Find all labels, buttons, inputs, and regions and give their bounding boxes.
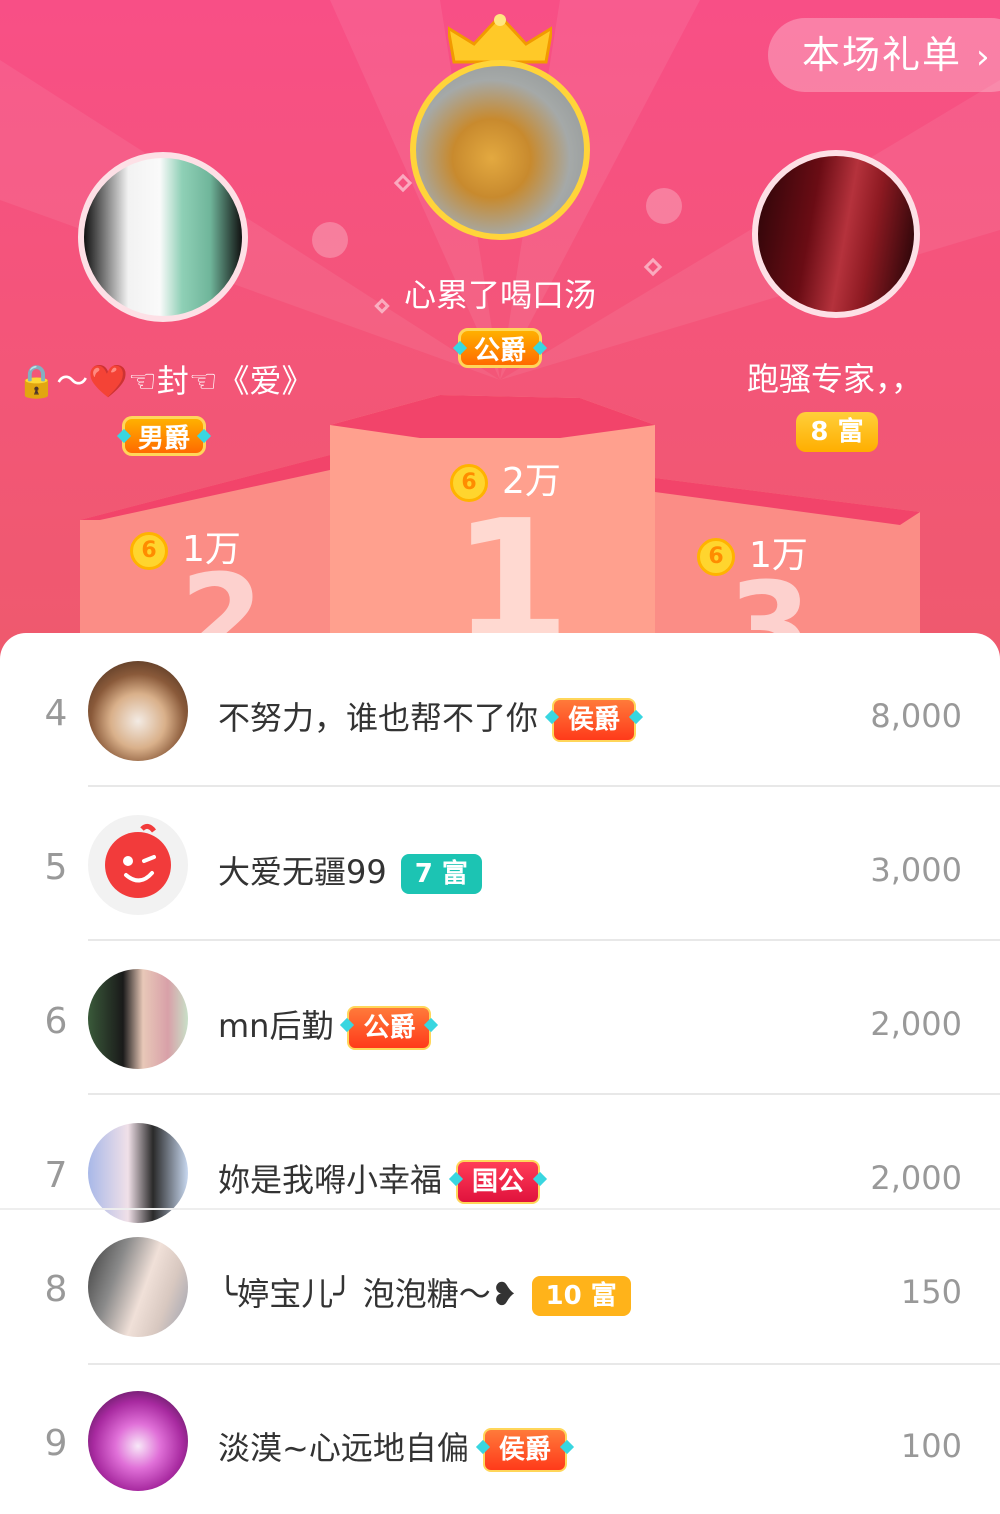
second-place-medal: 男爵 [122, 416, 206, 456]
coin-icon: 6 [130, 532, 168, 570]
gift-list-button[interactable]: 本场礼单 › [768, 18, 1000, 92]
first-place-avatar[interactable] [410, 60, 590, 240]
user-score: 8,000 [870, 697, 962, 735]
list-item[interactable]: 8 ╰婷宝儿╯ 泡泡糖～❥ 10 富 150 [0, 1213, 1000, 1367]
noble-badge: 公爵 [347, 1006, 432, 1050]
ranking-list: 4 不努力，谁也帮不了你 侯爵 8,000 5 大爱无疆99 7 富 3,000 6… [0, 633, 1000, 1514]
noble-badge: 侯爵 [552, 698, 637, 742]
user-score: 2,000 [870, 1005, 962, 1043]
user-name: 不努力，谁也帮不了你 侯爵 [218, 693, 637, 742]
leaderboard-podium-area: 本场礼单 › 心累了喝口汤 公爵 6 2万 1 🔒～❤️☜封☜《爱》 男爵 6 1万 … [0, 0, 1000, 700]
user-name: 妳是我嘚小幸福 国公 [218, 1155, 541, 1204]
divider [88, 939, 1000, 941]
rank-number: 8 [44, 1269, 68, 1310]
third-place-avatar[interactable] [752, 150, 920, 318]
noble-badge: 侯爵 [482, 1428, 567, 1472]
noble-badge: 国公 [456, 1160, 541, 1204]
avatar[interactable] [88, 1237, 188, 1337]
first-place-medal: 公爵 [458, 328, 542, 368]
third-place-name: 跑骚专家，， [746, 360, 923, 398]
user-score: 3,000 [870, 851, 962, 889]
list-item[interactable]: 4 不努力，谁也帮不了你 侯爵 8,000 [0, 637, 1000, 791]
rank-number: 6 [44, 1001, 68, 1042]
first-place-name: 心累了喝口汤 [403, 276, 596, 314]
rich-level-badge: 7 富 [400, 854, 482, 894]
list-item[interactable]: 5 大爱无疆99 7 富 3,000 [0, 791, 1000, 945]
crown-icon [448, 14, 552, 64]
rich-level-badge: 10 富 [531, 1276, 631, 1316]
chevron-right-icon: › [976, 37, 992, 77]
user-score: 100 [900, 1427, 962, 1465]
avatar[interactable] [88, 969, 188, 1069]
divider [88, 785, 1000, 787]
second-place-avatar[interactable] [78, 152, 248, 322]
avatar[interactable] [88, 1391, 188, 1491]
wink-face-icon [105, 823, 171, 898]
rank-number: 4 [44, 693, 68, 734]
list-item[interactable]: 6 mn后勤 公爵 2,000 [0, 945, 1000, 1099]
user-name: 大爱无疆99 7 富 [218, 847, 482, 894]
gift-list-label: 本场礼单 [802, 33, 963, 77]
user-score: 2,000 [870, 1159, 962, 1197]
second-place-name: 🔒～❤️☜封☜《爱》 [16, 362, 314, 400]
user-score: 150 [900, 1273, 962, 1311]
rank-number: 7 [44, 1155, 68, 1196]
rank-number: 5 [44, 847, 68, 888]
list-item[interactable]: 9 淡漠~心远地自偏 侯爵 100 [0, 1367, 1000, 1514]
screenshot-seam [0, 1208, 1000, 1210]
user-name: ╰婷宝儿╯ 泡泡糖～❥ 10 富 [218, 1269, 631, 1316]
divider [88, 1093, 1000, 1095]
user-name: mn后勤 公爵 [218, 1001, 432, 1050]
user-name: 淡漠~心远地自偏 侯爵 [218, 1423, 567, 1472]
third-place-medal: 8 富 [796, 412, 878, 452]
divider [88, 1363, 1000, 1365]
avatar[interactable] [88, 815, 188, 915]
avatar[interactable] [88, 661, 188, 761]
rank-number: 9 [44, 1423, 68, 1464]
